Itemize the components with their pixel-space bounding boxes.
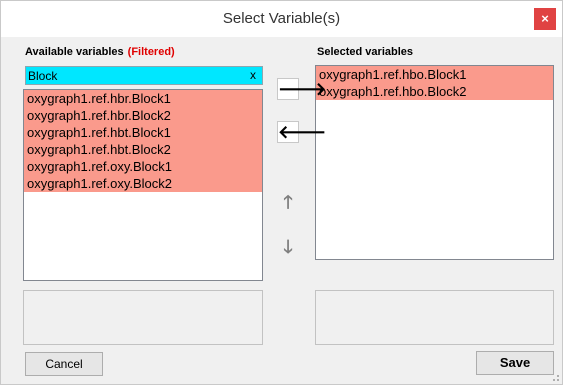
dialog-title: Select Variable(s) [222, 10, 341, 27]
add-arrow-icon[interactable]: 🡒 [277, 78, 326, 100]
list-item[interactable]: oxygraph1.ref.hbr.Block2 [24, 107, 262, 124]
available-variables-list[interactable]: oxygraph1.ref.hbr.Block1 oxygraph1.ref.h… [23, 89, 263, 281]
filter-input[interactable] [28, 67, 238, 84]
resize-grip-icon[interactable] [550, 372, 560, 382]
filter-search-box: x [25, 66, 263, 85]
move-down-arrow-icon[interactable]: 🡓 [277, 236, 299, 258]
selected-variables-list[interactable]: oxygraph1.ref.hbo.Block1 oxygraph1.ref.h… [315, 65, 554, 260]
move-up-arrow-icon[interactable]: 🡑 [277, 191, 299, 213]
filtered-indicator: (Filtered) [127, 46, 175, 58]
list-item[interactable]: oxygraph1.ref.oxy.Block2 [24, 175, 262, 192]
list-item[interactable]: oxygraph1.ref.hbo.Block2 [316, 83, 553, 100]
selected-info-panel [315, 290, 554, 345]
remove-arrow-icon[interactable]: 🡐 [277, 121, 326, 143]
list-item[interactable]: oxygraph1.ref.hbr.Block1 [24, 90, 262, 107]
list-item[interactable]: oxygraph1.ref.hbo.Block1 [316, 66, 553, 83]
selected-variables-label: Selected variables [317, 46, 414, 58]
clear-filter-icon[interactable]: x [250, 68, 256, 82]
list-item[interactable]: oxygraph1.ref.oxy.Block1 [24, 158, 262, 175]
title-bar: Select Variable(s) × [1, 1, 562, 37]
available-variables-label: Available variables (Filtered) [25, 46, 175, 58]
close-icon[interactable]: × [534, 8, 556, 30]
list-item[interactable]: oxygraph1.ref.hbt.Block2 [24, 141, 262, 158]
available-info-panel [23, 290, 263, 345]
list-item[interactable]: oxygraph1.ref.hbt.Block1 [24, 124, 262, 141]
save-button[interactable]: Save [476, 351, 554, 375]
available-variables-title: Available variables [25, 46, 124, 58]
select-variables-dialog: Select Variable(s) × Available variables… [0, 0, 563, 385]
cancel-button[interactable]: Cancel [25, 352, 103, 376]
